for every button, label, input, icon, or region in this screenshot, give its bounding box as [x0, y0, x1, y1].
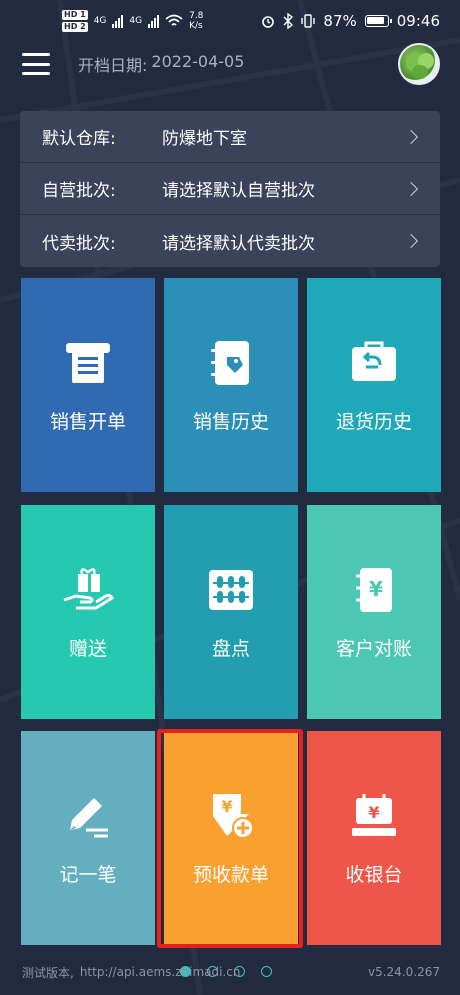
network1-label: 4G [93, 16, 107, 26]
speed-value: 7.8 [189, 11, 204, 21]
tile-label: 收银台 [345, 863, 403, 886]
version-label: v5.24.0.267 [368, 965, 440, 979]
svg-text:¥: ¥ [368, 803, 379, 822]
abacus-icon [209, 569, 253, 610]
default-settings-list: 默认仓库: 防爆地下室 自营批次: 请选择默认自营批次 代卖批次: 请选择默认代… [20, 111, 440, 267]
menu-icon[interactable] [22, 53, 50, 75]
svg-text:¥: ¥ [221, 797, 232, 816]
tile-return-history[interactable]: 退货历史 [307, 278, 441, 492]
chevron-right-icon [403, 129, 419, 144]
alarm-icon [262, 16, 275, 28]
app-header: 开档日期: 2022-04-05 [0, 42, 460, 86]
footer: 测试版本, http://api.aems.zhimadi.cn v5.24.0… [0, 960, 460, 984]
yuan-receipt-plus-icon: ¥ [213, 793, 254, 839]
api-url: http://api.aems.zhimadi.cn [79, 965, 241, 979]
self-batch-value: 请选择默认自营批次 [162, 181, 315, 201]
status-right: 87% 09:46 [261, 12, 440, 30]
tile-gift[interactable]: 赠送 [21, 505, 155, 719]
tile-sales-order[interactable]: 销售开单 [21, 278, 155, 492]
hd1-badge: HD 1 [62, 10, 88, 20]
return-bag-icon [352, 341, 396, 381]
tile-label: 客户对账 [335, 637, 412, 660]
tile-label: 退货历史 [335, 410, 412, 433]
tile-label: 赠送 [68, 637, 107, 660]
tile-label: 销售开单 [49, 410, 126, 433]
network2-label: 4G [129, 16, 143, 26]
printer-receipt-icon [66, 342, 110, 383]
default-warehouse-value: 防爆地下室 [162, 129, 247, 149]
open-date-label: 开档日期: [78, 56, 148, 75]
avatar[interactable] [398, 43, 440, 85]
vibrate-icon [301, 14, 316, 28]
tile-sales-history[interactable]: 销售历史 [164, 278, 298, 492]
battery-percent: 87% [323, 12, 357, 30]
chevron-right-icon [403, 181, 419, 196]
default-warehouse-label: 默认仓库: [42, 129, 116, 149]
hd2-badge: HD 2 [62, 22, 88, 32]
gift-hand-icon [63, 567, 114, 609]
clock: 09:46 [396, 12, 440, 30]
tile-cashier[interactable]: ¥ 收银台 [307, 731, 441, 945]
tile-inventory-check[interactable]: 盘点 [164, 505, 298, 719]
network-speed: 7.8 K/s [189, 11, 203, 31]
pencil-note-icon [70, 797, 108, 837]
cash-register-icon: ¥ [352, 793, 396, 836]
status-bar: HD 1 HD 2 4G 4G 7.8 K/s 87% 09:46 [0, 0, 460, 42]
hd-badges: HD 1 HD 2 [62, 10, 88, 32]
tile-label: 盘点 [211, 637, 250, 660]
default-warehouse-row[interactable]: 默认仓库: 防爆地下室 [20, 111, 440, 163]
status-left: HD 1 HD 2 4G 4G 7.8 K/s [62, 10, 203, 32]
tile-note[interactable]: 记一笔 [21, 731, 155, 945]
consign-batch-value: 请选择默认代卖批次 [162, 233, 315, 254]
test-version-label: 测试版本, [22, 965, 74, 980]
chevron-right-icon [403, 233, 419, 249]
tile-customer-statement[interactable]: ¥ 客户对账 [307, 505, 441, 719]
tile-label: 记一笔 [59, 863, 117, 886]
wifi-icon [165, 14, 183, 26]
speed-unit: K/s [189, 21, 203, 31]
consign-batch-row[interactable]: 代卖批次: 请选择默认代卖批次 [20, 215, 440, 267]
open-date-value: 2022-04-05 [151, 52, 245, 71]
open-date: 开档日期: 2022-04-05 [78, 52, 244, 76]
tile-label: 预收款单 [192, 863, 269, 886]
svg-text:¥: ¥ [369, 577, 383, 601]
tile-advance-receipt[interactable]: ¥ 预收款单 [164, 731, 298, 945]
notebook-tag-icon [211, 340, 249, 385]
yuan-notebook-icon: ¥ [356, 567, 392, 612]
self-batch-row[interactable]: 自营批次: 请选择默认自营批次 [20, 163, 440, 215]
signal2-icon [148, 14, 160, 28]
consign-batch-label: 代卖批次: [42, 233, 116, 254]
self-batch-label: 自营批次: [42, 181, 116, 201]
battery-icon [364, 15, 392, 27]
signal1-icon [112, 14, 124, 28]
bluetooth-icon [283, 13, 294, 29]
tile-label: 销售历史 [192, 410, 269, 433]
